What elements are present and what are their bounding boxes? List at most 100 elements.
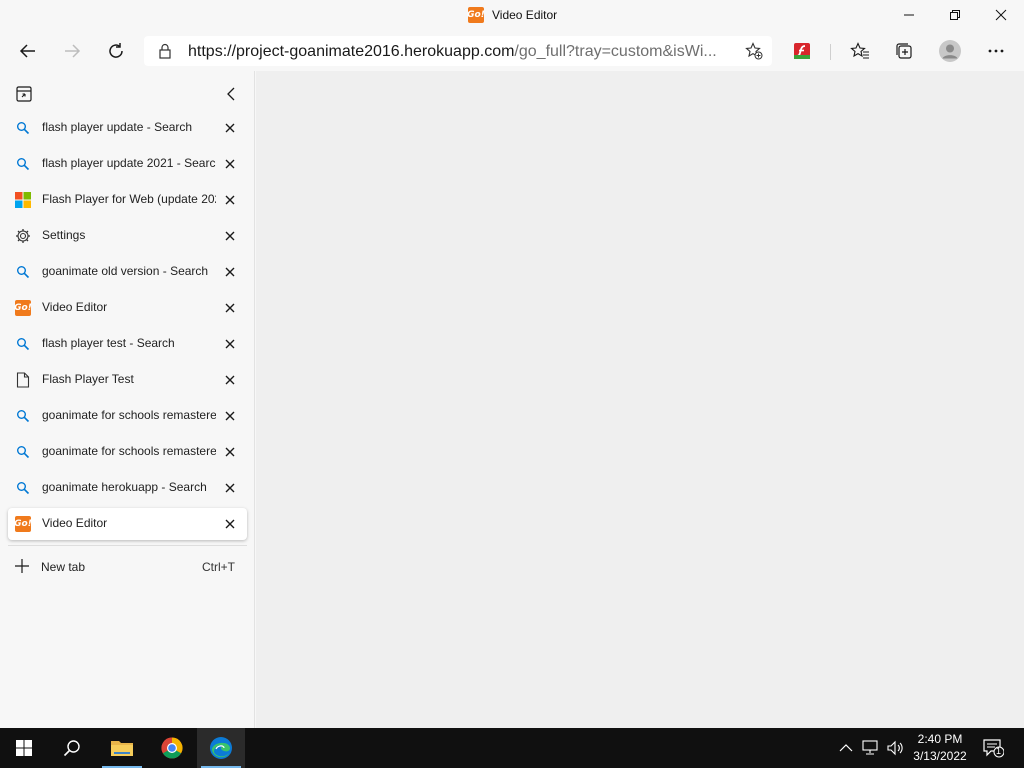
toolbar-separator (830, 44, 831, 60)
plus-icon (15, 559, 29, 573)
notification-count: 1 (996, 746, 1002, 756)
vertical-tab[interactable]: goanimate old version - Search (8, 256, 247, 288)
sidebar-header (0, 81, 255, 107)
new-tab-label: New tab (41, 560, 86, 574)
search-icon (15, 156, 31, 172)
window-title: Go! Video Editor (467, 7, 558, 23)
taskbar-search-button[interactable] (48, 728, 96, 768)
edge-icon (210, 737, 232, 759)
close-icon (225, 375, 235, 385)
tab-title: goanimate herokuapp - Search (42, 480, 207, 494)
flash-extension-button[interactable] (786, 35, 818, 67)
forward-icon (65, 44, 81, 58)
search-icon (15, 408, 31, 424)
vertical-tab[interactable]: Settings (8, 220, 247, 252)
new-tab-button[interactable]: New tab Ctrl+T (8, 551, 247, 583)
chevron-left-icon (227, 87, 235, 101)
close-icon (225, 483, 235, 493)
more-button[interactable] (980, 35, 1012, 67)
favorites-icon (850, 42, 869, 59)
tab-actions-button[interactable] (16, 86, 32, 107)
vertical-tab[interactable]: flash player update - Search (8, 112, 247, 144)
vertical-tab[interactable]: Flash Player for Web (update 2021) (8, 184, 247, 216)
vertical-tab[interactable]: goanimate for schools remastered (8, 400, 247, 432)
show-hidden-icons-button[interactable] (838, 740, 854, 756)
file-explorer-button[interactable] (98, 728, 146, 768)
refresh-button[interactable] (100, 35, 132, 67)
more-icon (988, 49, 1004, 53)
collapse-sidebar-button[interactable] (224, 86, 238, 107)
close-icon (225, 267, 235, 277)
chevron-up-icon (839, 744, 853, 752)
close-tab-button[interactable] (222, 444, 238, 460)
tab-title: goanimate for schools remastered (42, 444, 216, 458)
add-favorite-button[interactable] (742, 39, 766, 63)
tab-title: Video Editor (42, 516, 108, 530)
network-icon (862, 740, 878, 755)
close-icon (995, 9, 1007, 21)
tab-title: flash player update 2021 - Search (42, 156, 216, 170)
vertical-tab[interactable]: goanimate herokuapp - Search (8, 472, 247, 504)
back-button[interactable] (12, 35, 44, 67)
tab-title: flash player test - Search (42, 336, 175, 350)
minimize-icon (904, 14, 914, 16)
edge-button[interactable] (197, 728, 245, 768)
tab-title: Video Editor (42, 300, 108, 314)
vertical-tab-active[interactable]: Go! Video Editor (8, 508, 247, 540)
vertical-tab[interactable]: Go! Video Editor (8, 292, 247, 324)
close-tab-button[interactable] (222, 480, 238, 496)
close-tab-button[interactable] (222, 228, 238, 244)
vertical-tab[interactable]: flash player test - Search (8, 328, 247, 360)
tab-title: Flash Player for Web (update 2021) (42, 192, 216, 206)
new-tab-shortcut: Ctrl+T (202, 560, 235, 574)
tab-title: Flash Player Test (42, 372, 134, 386)
forward-button[interactable] (56, 35, 88, 67)
tab-divider (8, 545, 247, 546)
start-button[interactable] (0, 728, 48, 768)
close-tab-button[interactable] (222, 120, 238, 136)
close-icon (225, 231, 235, 241)
close-tab-button[interactable] (222, 192, 238, 208)
collections-button[interactable] (888, 35, 920, 67)
profile-icon (939, 40, 961, 62)
restore-button[interactable] (932, 0, 978, 30)
vertical-tabs-sidebar: flash player update - Search flash player… (0, 71, 255, 728)
search-icon (15, 336, 31, 352)
vertical-tab[interactable]: flash player update 2021 - Search (8, 148, 247, 180)
tab-title: goanimate old version - Search (42, 264, 209, 278)
favorites-button[interactable] (844, 35, 876, 67)
close-tab-button[interactable] (222, 264, 238, 280)
close-tab-button[interactable] (222, 300, 238, 316)
close-tab-button[interactable] (222, 408, 238, 424)
url-text[interactable]: https://project-goanimate2016.herokuapp.… (188, 43, 728, 61)
lock-icon[interactable] (158, 43, 172, 64)
close-window-button[interactable] (978, 0, 1024, 30)
close-icon (225, 339, 235, 349)
chrome-icon (161, 737, 183, 759)
close-tab-button[interactable] (222, 336, 238, 352)
action-center-button[interactable]: 1 (982, 738, 1004, 758)
address-bar[interactable]: https://project-goanimate2016.herokuapp.… (144, 36, 772, 66)
close-tab-button[interactable] (222, 516, 238, 532)
page-content[interactable] (256, 71, 1024, 728)
gear-icon (15, 228, 31, 244)
clock-date: 3/13/2022 (913, 749, 967, 763)
goanimate-logo-icon: Go! (14, 516, 32, 532)
network-button[interactable] (862, 740, 880, 756)
title-bar: Go! Video Editor (0, 0, 1024, 32)
system-clock[interactable]: 2:40 PM 3/13/2022 (910, 731, 970, 765)
profile-button[interactable] (934, 35, 966, 67)
close-icon (225, 123, 235, 133)
search-icon (15, 480, 31, 496)
close-tab-button[interactable] (222, 372, 238, 388)
close-tab-button[interactable] (222, 156, 238, 172)
close-icon (225, 195, 235, 205)
vertical-tab[interactable]: Flash Player Test (8, 364, 247, 396)
vertical-tab[interactable]: goanimate for schools remastered (8, 436, 247, 468)
volume-button[interactable] (886, 740, 904, 756)
window-title-text: Video Editor (492, 8, 558, 22)
close-icon (225, 411, 235, 421)
close-icon (225, 159, 235, 169)
minimize-button[interactable] (886, 0, 932, 30)
chrome-button[interactable] (148, 728, 196, 768)
